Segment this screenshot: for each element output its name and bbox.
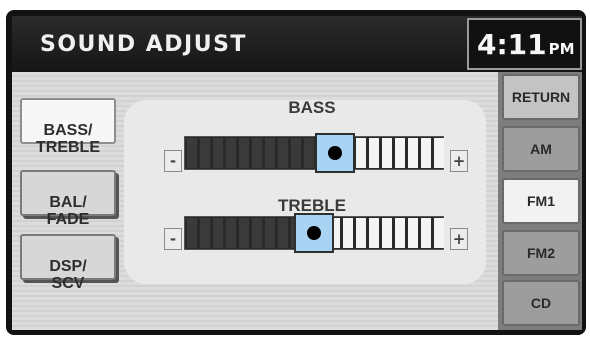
treble-slider-segment (356, 218, 366, 248)
fm2-button[interactable]: FM2 (502, 230, 580, 276)
treble-slider-thumb-dot-icon (307, 226, 321, 240)
clock-display: 4:11 PM (467, 18, 582, 70)
bass-slider-segment (265, 138, 275, 168)
page-title: SOUND ADJUST (40, 32, 247, 57)
treble-slider-thumb[interactable] (294, 213, 334, 253)
dsp-scv-button[interactable]: DSP/ SCV (20, 234, 116, 292)
treble-slider-segment (278, 218, 288, 248)
treble-slider-segment (187, 218, 197, 248)
treble-slider-segment (395, 218, 405, 248)
fm1-button[interactable]: FM1 (502, 178, 580, 224)
bass-slider-segment (252, 138, 262, 168)
adjust-panel: BASS/ TREBLE BAL/ FADE DSP/ SCV BASS - +… (12, 72, 498, 330)
treble-increase-button[interactable]: + (450, 228, 468, 250)
bass-slider-segment (278, 138, 288, 168)
treble-slider-segment (408, 218, 418, 248)
treble-slider-segment (252, 218, 262, 248)
bass-slider-segment (226, 138, 236, 168)
bass-decrease-button[interactable]: - (164, 150, 182, 172)
treble-slider-segment (200, 218, 210, 248)
treble-slider-segment (239, 218, 249, 248)
bass-slider-thumb[interactable] (314, 133, 355, 173)
bass-slider-segment (187, 138, 197, 168)
header-bar: SOUND ADJUST 4:11 PM (12, 16, 582, 72)
bass-slider-segment (213, 138, 223, 168)
bass-slider-segment (408, 138, 418, 168)
bass-slider-segment (304, 138, 314, 168)
bass-slider-segment (200, 138, 210, 168)
clock-time: 4:11 (477, 28, 547, 61)
am-button[interactable]: AM (502, 126, 580, 172)
treble-slider-segment (421, 218, 431, 248)
treble-slider-segment (382, 218, 392, 248)
bass-treble-button[interactable]: BASS/ TREBLE (20, 98, 116, 156)
bass-slider-segment (395, 138, 405, 168)
bass-increase-button[interactable]: + (450, 150, 468, 172)
treble-slider-segment (434, 218, 444, 248)
sound-adjust-screen: SOUND ADJUST 4:11 PM BASS/ TREBLE BAL/ FA… (12, 16, 582, 330)
bal-fade-label: BAL/ FADE (46, 194, 90, 228)
clock-ampm: PM (548, 40, 575, 58)
bass-slider-segment (421, 138, 431, 168)
slider-area (124, 100, 486, 284)
bass-slider-segment (369, 138, 379, 168)
treble-slider-segment (265, 218, 275, 248)
bass-label: BASS (288, 98, 336, 117)
treble-slider-segment (213, 218, 223, 248)
bass-slider-thumb-dot-icon (327, 146, 342, 160)
return-button[interactable]: RETURN (502, 74, 580, 120)
treble-decrease-button[interactable]: - (164, 228, 182, 250)
treble-slider-segment (226, 218, 236, 248)
dsp-scv-label: DSP/ SCV (49, 258, 87, 292)
treble-slider-segment (343, 218, 353, 248)
bass-treble-label: BASS/ TREBLE (36, 122, 100, 156)
treble-slider-segment (369, 218, 379, 248)
bass-slider-segment (382, 138, 392, 168)
bass-slider-segment (356, 138, 366, 168)
bass-slider-segment (434, 138, 444, 168)
bass-slider-segment (239, 138, 249, 168)
cd-button[interactable]: CD (502, 280, 580, 326)
bass-slider-segment (291, 138, 301, 168)
bal-fade-button[interactable]: BAL/ FADE (20, 170, 116, 228)
